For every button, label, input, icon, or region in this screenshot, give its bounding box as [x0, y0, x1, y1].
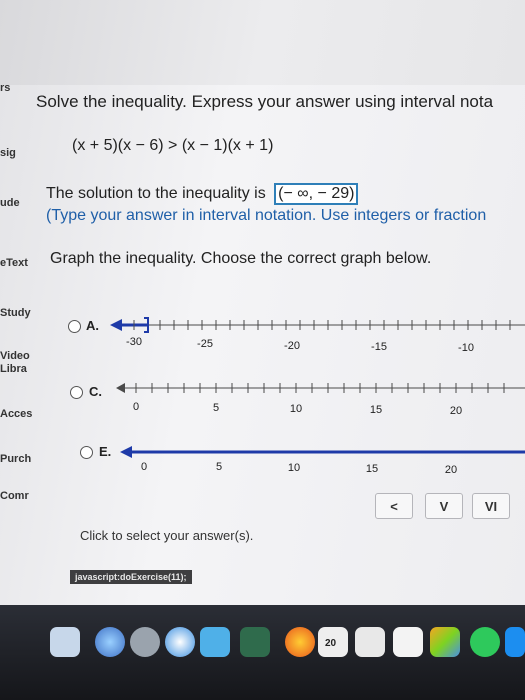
safari-icon[interactable] [165, 627, 195, 657]
facetime-icon[interactable] [505, 627, 525, 657]
notes-icon[interactable] [355, 627, 385, 657]
messages-icon[interactable] [470, 627, 500, 657]
option-c-label[interactable]: C. [89, 384, 102, 399]
finder-icon[interactable] [50, 627, 80, 657]
option-a-tick-1: -25 [197, 338, 213, 350]
question-panel: Solve the inequality. Express your answe… [0, 0, 525, 605]
siri-icon[interactable] [95, 627, 125, 657]
click-hint: Click to select your answer(s). [80, 528, 254, 543]
option-e-tick-1: 5 [216, 461, 222, 473]
reminders-icon[interactable] [393, 627, 423, 657]
question-heading: Solve the inequality. Express your answe… [36, 92, 494, 111]
option-c-radio[interactable] [70, 386, 83, 399]
launchpad-icon[interactable] [130, 627, 160, 657]
option-c-tick-2: 10 [290, 403, 302, 415]
dock: 20 [0, 605, 525, 700]
option-a-tick-3: -15 [371, 341, 387, 353]
status-bar: javascript:doExercise(11); [70, 570, 192, 584]
option-c-tick-0: 0 [133, 401, 139, 413]
photos-icon[interactable] [430, 627, 460, 657]
option-a-number-line[interactable]: -30 -25 -20 -15 -10 [108, 315, 525, 355]
photos-app-icon[interactable] [240, 627, 270, 657]
browser-window: rs sig ude eText Study Video Libra Acces… [0, 0, 525, 605]
nav-v-button[interactable]: V [425, 493, 463, 519]
solution-prefix: The solution to the inequality is [46, 185, 266, 202]
firefox-icon[interactable] [285, 627, 315, 657]
option-a-label[interactable]: A. [86, 318, 99, 333]
option-c-number-line[interactable]: 0 5 10 15 20 [114, 378, 525, 418]
option-c-tick-3: 15 [370, 404, 382, 416]
option-e-tick-3: 15 [366, 463, 378, 475]
answer-hint: (Type your answer in interval notation. … [46, 207, 487, 224]
option-c-tick-1: 5 [213, 402, 219, 414]
option-e-tick-2: 10 [288, 462, 300, 474]
option-e-tick-0: 0 [141, 461, 147, 473]
option-a-radio[interactable] [68, 320, 81, 333]
option-a-tick-4: -10 [458, 342, 474, 354]
nav-vi-button[interactable]: VI [472, 493, 510, 519]
option-a-tick-0: -30 [126, 336, 142, 348]
option-e-tick-4: 20 [445, 464, 457, 476]
solution-line: The solution to the inequality is (− ∞, … [46, 183, 359, 205]
calendar-day: 20 [325, 638, 337, 649]
option-a-tick-2: -20 [284, 340, 300, 352]
option-c-tick-4: 20 [450, 405, 462, 417]
mail-icon[interactable] [200, 627, 230, 657]
option-e-label[interactable]: E. [99, 444, 111, 459]
option-e-radio[interactable] [80, 446, 93, 459]
option-e-number-line[interactable]: 0 5 10 15 20 [118, 442, 525, 482]
graph-instruction: Graph the inequality. Choose the correct… [50, 250, 432, 267]
prev-button[interactable]: < [375, 493, 413, 519]
inequality-expression: (x + 5)(x − 6) > (x − 1)(x + 1) [72, 137, 274, 154]
answer-input[interactable]: (− ∞, − 29) [274, 183, 359, 205]
